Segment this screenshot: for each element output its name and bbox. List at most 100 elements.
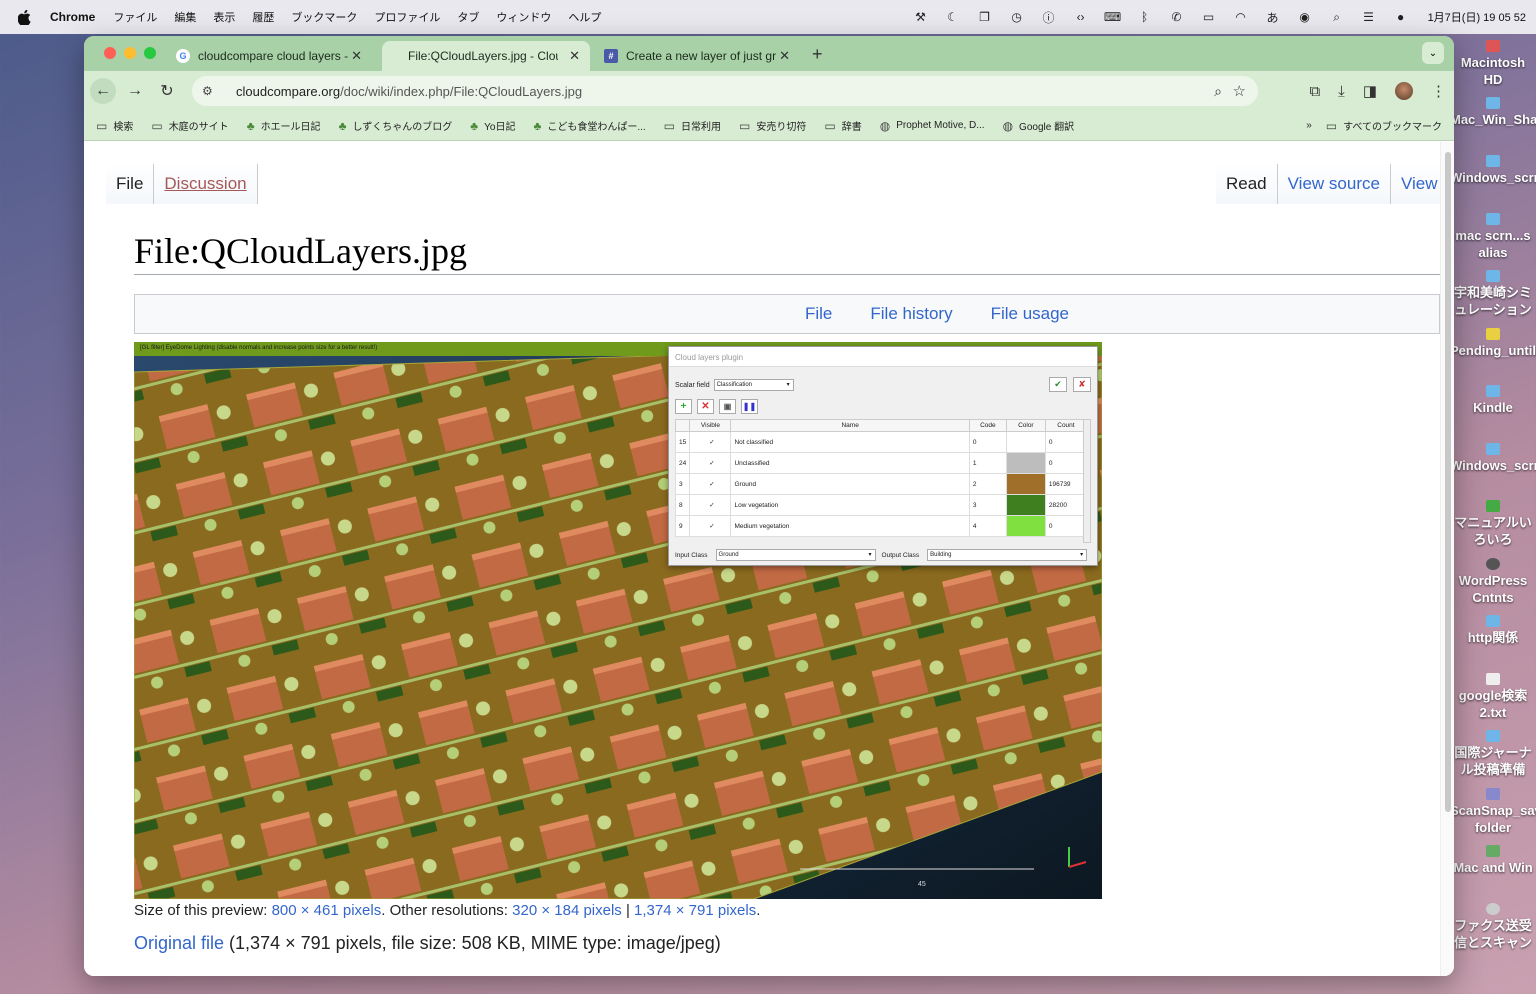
wifi-icon[interactable]: ◠ <box>1232 10 1250 24</box>
new-tab-icon[interactable]: + <box>812 44 823 65</box>
menu-profiles[interactable]: プロファイル <box>374 9 440 25</box>
desktop-icon[interactable]: http関係 <box>1450 615 1536 646</box>
menu-history[interactable]: 履歴 <box>252 9 274 25</box>
desktop-icon[interactable]: Mac_Win_Shared <box>1450 97 1536 128</box>
bookmark-item[interactable]: ◍ Google 翻訳 <box>1003 118 1075 134</box>
chrome-menu-icon[interactable]: ⋮ <box>1431 82 1446 100</box>
phone-icon[interactable]: ✆ <box>1168 10 1186 24</box>
tab-search-icon[interactable]: ⌄ <box>1422 42 1444 64</box>
tab-file[interactable]: File <box>106 164 154 204</box>
close-x-icon[interactable]: ✘ <box>1073 377 1091 392</box>
desktop-icon[interactable]: Windows_scrnshots2 <box>1450 443 1536 474</box>
filenav-usage-link[interactable]: File usage <box>991 304 1069 324</box>
control-center-icon[interactable]: ☰ <box>1360 10 1378 24</box>
layer-code[interactable]: 0 <box>968 431 1007 453</box>
filenav-file-link[interactable]: File <box>805 304 832 324</box>
bookmark-item[interactable]: ▭ 辞書 <box>824 118 861 134</box>
apple-menu-icon[interactable] <box>16 9 32 25</box>
bookmark-star-icon[interactable]: ☆ <box>1233 82 1246 100</box>
menu-bookmarks[interactable]: ブックマーク <box>291 9 357 25</box>
table-row[interactable]: 3 ✓ Ground 2 196739 <box>674 473 1088 495</box>
keyboard-icon[interactable]: ⌨ <box>1104 10 1122 24</box>
visible-checkbox[interactable]: ✓ <box>689 473 732 495</box>
window-icon[interactable]: ❐ <box>976 10 994 24</box>
menu-tab[interactable]: タブ <box>457 9 479 25</box>
desktop-icon[interactable]: マニュアルいろいろ <box>1450 500 1536 548</box>
pause-icon[interactable]: ❚❚ <box>741 399 758 414</box>
preview-size-link[interactable]: 800 × 461 pixels <box>272 902 382 919</box>
zoom-window-icon[interactable] <box>144 47 156 59</box>
table-row[interactable]: 9 ✓ Medium vegetation 4 0 <box>674 515 1088 537</box>
back-icon[interactable]: ← <box>90 78 116 104</box>
scrollbar-thumb[interactable] <box>1445 152 1451 812</box>
table-row[interactable]: 8 ✓ Low vegetation 3 28200 <box>674 494 1088 516</box>
user-icon[interactable]: ◉ <box>1296 10 1314 24</box>
battery-icon[interactable]: ▭ <box>1200 10 1218 24</box>
dark-mode-icon[interactable]: ☾ <box>944 10 962 24</box>
desktop-icon[interactable]: Kindle <box>1450 385 1536 416</box>
col-code[interactable]: Code <box>968 419 1007 432</box>
code-icon[interactable]: ‹› <box>1072 10 1090 24</box>
menu-help[interactable]: ヘルプ <box>568 9 601 25</box>
tab-cloudcompare-file[interactable]: File:QCloudLayers.jpg - CloudCompare ✕ <box>382 41 590 71</box>
scalar-field-select[interactable]: Classification <box>713 379 794 391</box>
layer-code[interactable]: 4 <box>968 515 1007 537</box>
layer-name[interactable]: Not classified <box>730 431 970 453</box>
all-bookmarks-item[interactable]: ▭ すべてのブックマーク <box>1326 118 1442 134</box>
delete-icon[interactable]: ✕ <box>697 399 714 414</box>
active-app-name[interactable]: Chrome <box>50 10 95 24</box>
desktop-icon[interactable]: 宇和美崎シミュレーション <box>1450 270 1536 318</box>
close-tab-icon[interactable]: ✕ <box>779 48 790 64</box>
layer-color-swatch[interactable] <box>1005 515 1046 537</box>
desktop-icon[interactable]: mac scrn...s alias <box>1450 213 1536 261</box>
bookmark-item[interactable]: ▭ 日常利用 <box>664 118 721 134</box>
layer-name[interactable]: Unclassified <box>730 452 970 474</box>
bookmark-item[interactable]: ▭ 安売り切符 <box>739 118 806 134</box>
page-scrollbar[interactable] <box>1440 142 1454 976</box>
menu-edit[interactable]: 編集 <box>174 9 196 25</box>
forward-icon[interactable]: → <box>122 78 148 104</box>
resolution-link-small[interactable]: 320 × 184 pixels <box>512 902 622 919</box>
desktop-icon[interactable]: Windows_scrnshots <box>1450 155 1536 186</box>
filenav-history-link[interactable]: File history <box>870 304 952 324</box>
desktop-icon[interactable]: Mac and Win <box>1450 845 1536 876</box>
layer-color-swatch[interactable] <box>1005 494 1046 516</box>
input-method-icon[interactable]: あ <box>1264 10 1282 25</box>
profile-avatar[interactable] <box>1395 82 1413 100</box>
menu-file[interactable]: ファイル <box>113 9 157 25</box>
layer-name[interactable]: Low vegetation <box>730 494 970 516</box>
visible-checkbox[interactable]: ✓ <box>689 431 732 453</box>
reset-icon[interactable]: ▣ <box>719 399 736 414</box>
bookmark-item[interactable]: ◍ Prophet Motive, D... <box>880 119 985 133</box>
layer-code[interactable]: 1 <box>968 452 1007 474</box>
bookmark-item[interactable]: ♣ ホエール日記 <box>247 118 321 134</box>
table-row[interactable]: 24 ✓ Unclassified 1 0 <box>674 452 1088 474</box>
tool-icon[interactable]: ⚒ <box>912 10 930 24</box>
spotlight-search-icon[interactable]: ⌕ <box>1328 10 1346 24</box>
site-info-icon[interactable]: ⚙ <box>202 84 220 98</box>
desktop-icon[interactable]: WordPress Cntnts <box>1450 558 1536 606</box>
menu-window[interactable]: ウィンドウ <box>496 9 551 25</box>
info-icon[interactable]: ⓘ <box>1040 10 1058 25</box>
url-text[interactable]: cloudcompare.org/doc/wiki/index.php/File… <box>236 84 582 99</box>
download-icon[interactable]: ⤓ <box>1338 83 1345 100</box>
menubar-clock[interactable]: 1月7日(日) 19 05 52 <box>1428 9 1526 25</box>
file-preview-image[interactable]: 45 [GL filter] EyeDome Lighting (disable… <box>134 342 1102 899</box>
close-tab-icon[interactable]: ✕ <box>351 48 362 64</box>
desktop-icon[interactable]: 国際ジャーナル投稿準備 <box>1450 730 1536 778</box>
layer-color-swatch[interactable] <box>1005 452 1046 474</box>
address-bar[interactable]: ⚙ cloudcompare.org/doc/wiki/index.php/Fi… <box>192 76 1258 106</box>
output-class-select[interactable]: Building <box>927 549 1088 561</box>
tab-view-history[interactable]: View <box>1389 164 1448 204</box>
close-window-icon[interactable] <box>104 47 116 59</box>
extensions-icon[interactable]: ⧉ <box>1309 83 1320 100</box>
bookmark-item[interactable]: ▭ 木庭のサイト <box>151 118 228 134</box>
siri-icon[interactable]: ● <box>1392 10 1410 24</box>
col-name[interactable]: Name <box>730 419 970 432</box>
desktop-icon[interactable]: google検索2.txt <box>1450 673 1536 721</box>
col-count[interactable]: Count <box>1044 419 1088 432</box>
minimize-window-icon[interactable] <box>124 47 136 59</box>
layer-color-swatch[interactable] <box>1005 431 1046 453</box>
bookmark-item[interactable]: ♣ しずくちゃんのブログ <box>339 118 453 134</box>
desktop-icon[interactable]: Macintosh HD <box>1450 40 1536 88</box>
